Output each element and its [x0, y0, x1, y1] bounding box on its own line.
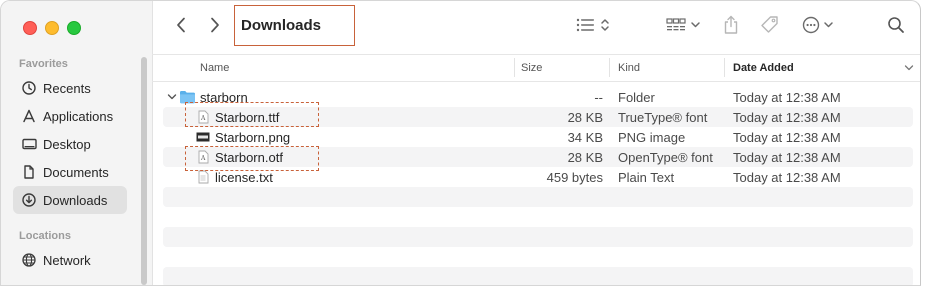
file-name: license.txt — [215, 169, 273, 185]
table-row[interactable]: A Starborn.ttf 28 KB TrueType® font Toda… — [163, 107, 913, 127]
column-divider[interactable] — [514, 58, 515, 77]
file-name: Starborn.otf — [215, 149, 283, 165]
file-size: 28 KB — [567, 149, 603, 165]
search-button[interactable] — [887, 15, 905, 39]
disclosure-chevron-icon[interactable] — [167, 87, 177, 107]
table-row[interactable]: Starborn.png 34 KB PNG image Today at 12… — [163, 127, 913, 147]
file-kind: Plain Text — [618, 169, 675, 185]
window-title: Downloads — [234, 5, 355, 46]
empty-row — [163, 267, 913, 285]
locations-section-title: Locations — [19, 230, 71, 242]
close-button[interactable] — [23, 21, 37, 35]
file-kind: Folder — [618, 89, 655, 105]
folder-icon — [179, 87, 196, 107]
file-name: starborn — [200, 89, 248, 105]
file-size: -- — [594, 89, 603, 105]
font-file-icon: A — [198, 147, 209, 167]
sidebar-item-downloads[interactable]: Downloads — [13, 186, 127, 214]
sidebar-item-label: Downloads — [43, 192, 108, 208]
file-date-added: Today at 12:38 AM — [733, 89, 841, 105]
empty-row — [163, 187, 913, 207]
text-file-icon — [198, 167, 209, 187]
empty-row — [163, 227, 913, 247]
file-kind: PNG image — [618, 129, 686, 145]
file-size: 459 bytes — [546, 169, 603, 185]
sort-chevron-icon[interactable] — [904, 54, 914, 81]
column-header-name[interactable]: Name — [200, 54, 229, 81]
column-header-size[interactable]: Size — [521, 54, 542, 81]
sidebar: Favorites Recents Applications Desktop D… — [1, 1, 153, 285]
favorites-section-title: Favorites — [19, 58, 68, 70]
svg-text:A: A — [200, 155, 206, 162]
sidebar-item-applications[interactable]: Applications — [13, 102, 127, 130]
forward-button[interactable] — [204, 16, 226, 38]
empty-row — [163, 207, 913, 227]
group-button[interactable] — [666, 15, 702, 39]
tag-icon — [760, 15, 780, 40]
sidebar-item-label: Applications — [43, 108, 114, 124]
file-date-added: Today at 12:38 AM — [733, 169, 841, 185]
file-list: starborn -- Folder Today at 12:38 AM A S… — [163, 87, 913, 285]
file-name: Starborn.ttf — [215, 109, 280, 125]
file-date-added: Today at 12:38 AM — [733, 109, 841, 125]
sidebar-item-label: Desktop — [43, 136, 91, 152]
clock-icon — [21, 80, 37, 96]
file-date-added: Today at 12:38 AM — [733, 129, 841, 145]
column-divider[interactable] — [609, 58, 610, 77]
file-kind: TrueType® font — [618, 109, 708, 125]
sidebar-item-recents[interactable]: Recents — [13, 74, 127, 102]
table-row[interactable]: starborn -- Folder Today at 12:38 AM — [163, 87, 913, 107]
share-button[interactable] — [723, 15, 739, 39]
file-date-added: Today at 12:38 AM — [733, 149, 841, 165]
back-icon — [176, 17, 186, 38]
column-divider[interactable] — [724, 58, 725, 77]
finder-window: Favorites Recents Applications Desktop D… — [0, 0, 921, 286]
file-size: 34 KB — [567, 129, 603, 145]
sidebar-scrollbar[interactable] — [141, 57, 147, 285]
more-icon — [802, 16, 838, 39]
column-header-date-added[interactable]: Date Added — [733, 54, 794, 81]
desktop-icon — [21, 136, 37, 152]
file-name: Starborn.png — [215, 129, 291, 145]
table-row[interactable]: license.txt 459 bytes Plain Text Today a… — [163, 167, 913, 187]
svg-text:A: A — [200, 115, 206, 122]
share-icon — [723, 15, 739, 40]
sidebar-item-desktop[interactable]: Desktop — [13, 130, 127, 158]
globe-icon — [21, 252, 37, 268]
document-icon — [21, 164, 37, 180]
sidebar-item-label: Network — [43, 252, 91, 268]
sidebar-item-documents[interactable]: Documents — [13, 158, 127, 186]
forward-icon — [210, 17, 220, 38]
tag-button[interactable] — [760, 15, 780, 39]
sidebar-item-network[interactable]: Network — [13, 246, 127, 274]
more-actions-button[interactable] — [802, 15, 838, 39]
file-kind: OpenType® font — [618, 149, 713, 165]
toolbar: Downloads — [152, 1, 920, 55]
zoom-button[interactable] — [67, 21, 81, 35]
column-header-bar: Name Size Kind Date Added — [152, 54, 920, 82]
list-view-icon — [576, 17, 612, 38]
minimize-button[interactable] — [45, 21, 59, 35]
sidebar-item-label: Documents — [43, 164, 109, 180]
column-header-kind[interactable]: Kind — [618, 54, 640, 81]
download-icon — [21, 192, 37, 208]
view-options-button[interactable] — [576, 15, 612, 39]
window-controls — [23, 21, 81, 35]
sidebar-item-label: Recents — [43, 80, 91, 96]
search-icon — [887, 16, 905, 39]
group-icon — [666, 17, 702, 38]
table-row[interactable]: A Starborn.otf 28 KB OpenType® font Toda… — [163, 147, 913, 167]
back-button[interactable] — [170, 16, 192, 38]
image-file-icon — [196, 127, 210, 147]
font-file-icon: A — [198, 107, 209, 127]
empty-row — [163, 247, 913, 267]
applications-icon — [21, 108, 37, 124]
file-size: 28 KB — [567, 109, 603, 125]
